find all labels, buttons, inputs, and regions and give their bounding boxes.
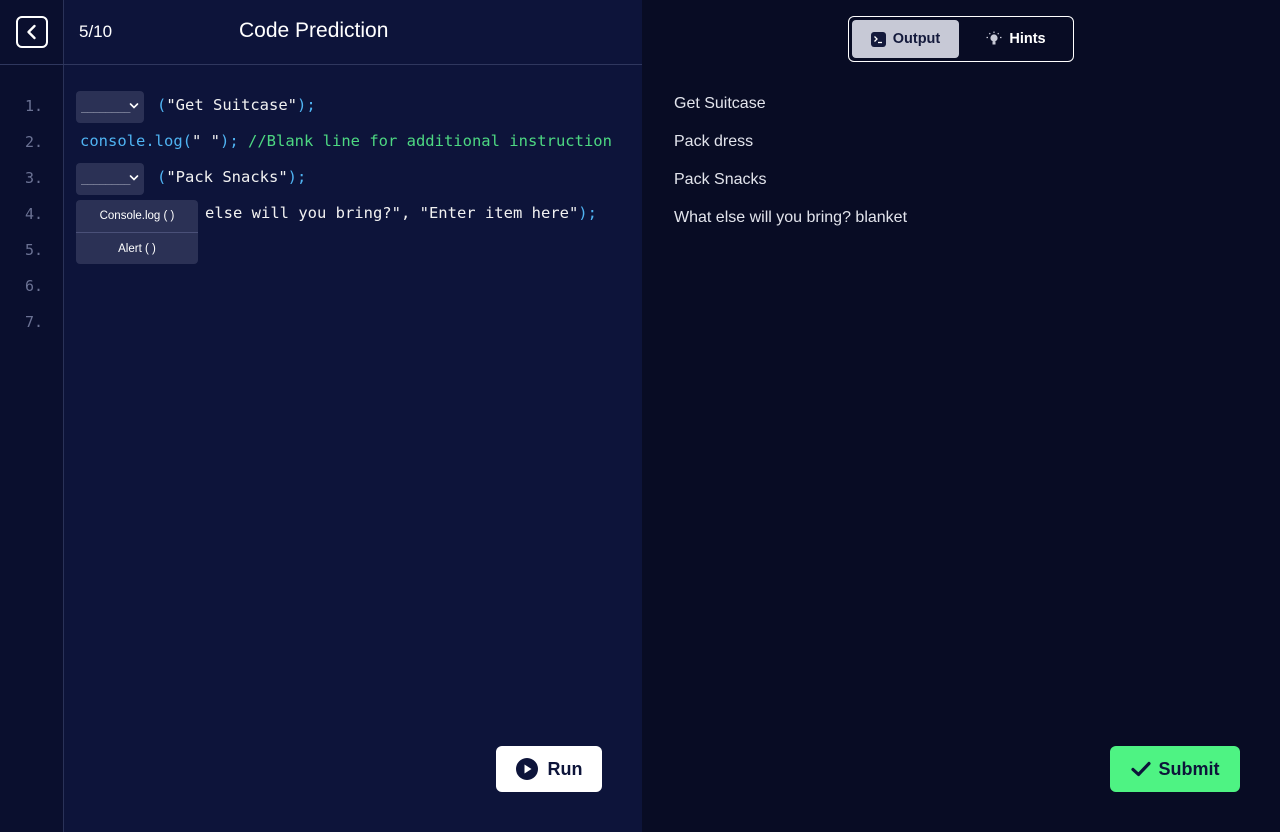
tab-output-label: Output	[892, 31, 941, 47]
code-line-4: else will you bring?", "Enter item here"…	[205, 204, 597, 222]
back-button[interactable]	[16, 16, 48, 48]
code-token: console.log(	[80, 132, 192, 150]
question-progress: 5/10	[79, 22, 113, 41]
play-circle-icon	[515, 758, 538, 780]
run-button-label: Run	[547, 758, 583, 779]
code-token: );	[287, 168, 307, 186]
output-hints-tabs: Output Hints	[848, 16, 1074, 62]
output-line: Pack Snacks	[674, 171, 767, 188]
code-token: );	[297, 96, 316, 114]
line-number: 6.	[25, 277, 44, 295]
chevron-left-icon	[27, 24, 36, 40]
function-dropdown-line-3[interactable]: ________	[76, 163, 144, 195]
tab-hints[interactable]: Hints	[962, 20, 1070, 58]
output-line: What else will you bring? blanket	[674, 209, 908, 226]
tab-output[interactable]: Output	[852, 20, 959, 58]
line-number: 2.	[25, 133, 44, 151]
output-line: Get Suitcase	[674, 95, 766, 112]
line-number: 3.	[25, 169, 44, 187]
chevron-down-icon	[129, 175, 139, 181]
submit-button-label: Submit	[1158, 758, 1220, 779]
tab-hints-label: Hints	[1009, 31, 1046, 47]
submit-button[interactable]: Submit	[1110, 746, 1240, 792]
code-token: else will you bring?", "Enter item here"	[205, 204, 579, 222]
code-token: (	[157, 96, 167, 114]
code-token: " "	[191, 132, 220, 150]
code-line-1: ("Get Suitcase");	[157, 96, 316, 114]
dropdown-menu: Console.log ( ) Alert ( )	[76, 200, 198, 264]
menu-option-alert[interactable]: Alert ( )	[76, 232, 198, 264]
line-number: 5.	[25, 241, 44, 259]
page-title: Code Prediction	[239, 19, 389, 42]
checkmark-icon	[1130, 761, 1151, 777]
code-comment: //Blank line for additional instruction	[248, 132, 612, 150]
line-number: 7.	[25, 313, 44, 331]
function-dropdown-line-1[interactable]: ________	[76, 91, 144, 123]
code-token: "Get Suitcase"	[166, 96, 297, 114]
dropdown-placeholder: ________	[81, 100, 130, 113]
chevron-down-icon	[129, 103, 139, 109]
menu-option-console-log[interactable]: Console.log ( )	[76, 200, 198, 232]
dropdown-placeholder: ________	[81, 172, 130, 185]
run-button[interactable]: Run	[496, 746, 602, 792]
lightbulb-icon	[986, 31, 1002, 44]
terminal-icon	[870, 31, 886, 47]
code-token: (	[157, 168, 167, 186]
code-line-2: console.log(" "); //Blank line for addit…	[80, 132, 612, 150]
editor-panel: 5/10 Code Prediction 1. 2. 3. 4. 5. 6. 7…	[0, 0, 642, 832]
line-number: 1.	[25, 97, 44, 115]
output-line: Pack dress	[674, 133, 754, 150]
line-number-gutter	[0, 0, 64, 832]
code-line-3: ("Pack Snacks");	[157, 168, 306, 186]
code-token: );	[578, 204, 597, 222]
code-token: );	[219, 132, 239, 150]
code-token: "Pack Snacks"	[166, 168, 288, 186]
line-number: 4.	[25, 205, 44, 223]
